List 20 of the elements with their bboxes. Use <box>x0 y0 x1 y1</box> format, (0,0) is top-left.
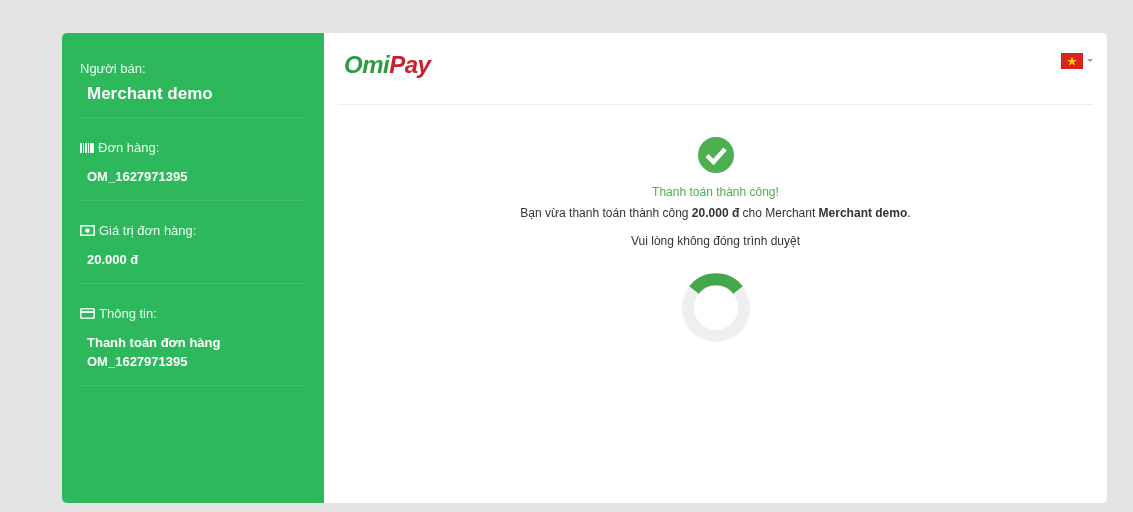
banknote-icon <box>80 225 95 236</box>
success-check-icon <box>697 137 734 173</box>
success-title: Thanh toán thành công! <box>652 185 779 199</box>
caret-icon <box>1087 59 1093 63</box>
field-value: Merchant demo <box>86 84 214 103</box>
field-label: Giá trị đơn hàng: <box>99 223 197 238</box>
field-label: Đơn hàng: <box>98 140 160 155</box>
language-button[interactable] <box>1061 53 1093 69</box>
flag-icon <box>1061 53 1083 69</box>
field-label: Thông tin: <box>99 306 157 321</box>
field-label: Người bán: <box>80 61 146 76</box>
logo: OmiPay <box>344 51 431 79</box>
field-value: Thanh toán đơn hàng OM_1627971395 <box>86 334 222 371</box>
notice-text: Vui lòng không đóng trình duyệt <box>631 234 800 248</box>
success-message: Bạn vừa thanh toán thành công 20.000 đ cho Merchant Merchant demo. <box>520 206 911 220</box>
barcode-icon <box>80 142 94 153</box>
credit-card-icon <box>80 308 95 319</box>
field-value: 20.000 đ <box>86 251 140 269</box>
loading-spinner-icon <box>679 272 752 344</box>
field-value: OM_1627971395 <box>86 168 189 186</box>
